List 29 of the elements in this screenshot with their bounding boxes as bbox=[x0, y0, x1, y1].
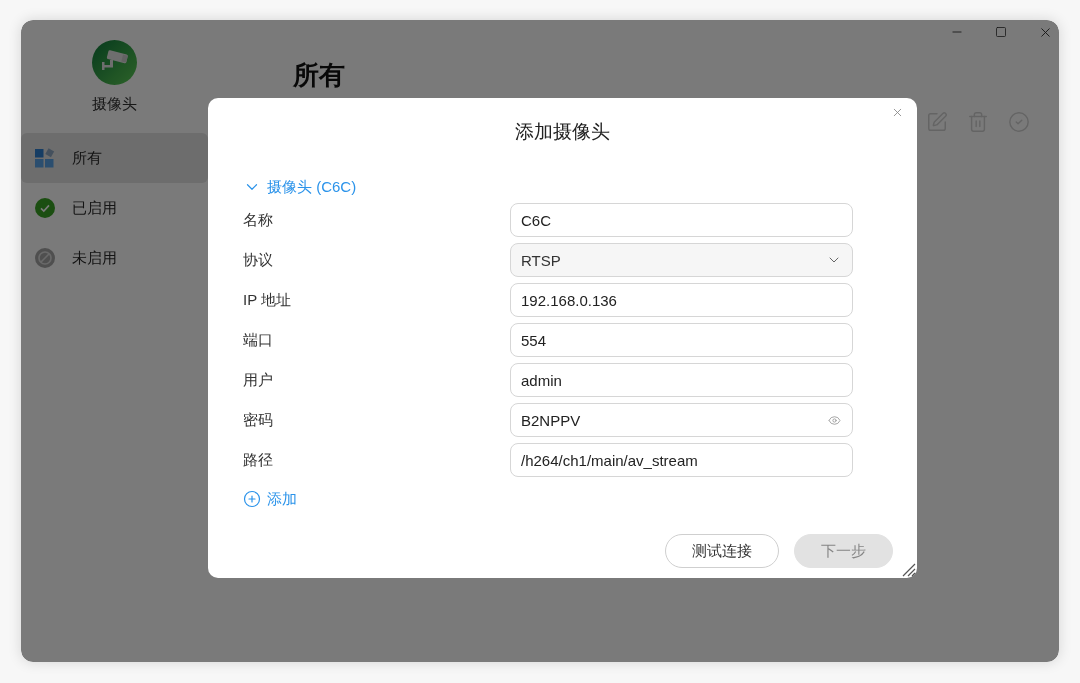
field-label: 路径 bbox=[243, 450, 273, 470]
protocol-dropdown[interactable]: RTSP bbox=[510, 243, 853, 277]
field-label: 端口 bbox=[243, 330, 273, 350]
dialog-button[interactable]: 测试连接 bbox=[665, 534, 779, 568]
field-label: IP 地址 bbox=[243, 290, 292, 310]
check-circle-icon bbox=[35, 198, 55, 218]
app-name: 摄像头 bbox=[92, 94, 137, 114]
text-field[interactable]: C6C bbox=[510, 203, 853, 237]
field-label: 名称 bbox=[243, 210, 273, 230]
eye-icon[interactable] bbox=[827, 413, 841, 427]
app-grid-icon bbox=[35, 148, 55, 168]
field-label: 密码 bbox=[243, 410, 273, 430]
text-field[interactable]: admin bbox=[510, 363, 853, 397]
resize-grip-icon[interactable] bbox=[900, 561, 916, 577]
sidebar-item[interactable]: 已启用 bbox=[21, 183, 208, 233]
page-title: 所有 bbox=[293, 59, 345, 92]
password-field[interactable]: B2NPPV bbox=[510, 403, 853, 437]
sidebar-item[interactable]: 未启用 bbox=[21, 233, 208, 283]
sidebar-item[interactable]: 所有 bbox=[21, 133, 208, 183]
text-field[interactable]: /h264/ch1/main/av_stream bbox=[510, 443, 853, 477]
camera-logo bbox=[92, 40, 137, 85]
field-label: 用户 bbox=[243, 370, 273, 390]
field-label: 协议 bbox=[243, 250, 273, 270]
dialog-title: 添加摄像头 bbox=[515, 120, 610, 144]
ban-circle-icon bbox=[35, 248, 55, 268]
text-field[interactable]: 554 bbox=[510, 323, 853, 357]
plus-circle-icon bbox=[243, 490, 261, 508]
maximize-icon[interactable] bbox=[995, 26, 1007, 38]
text-field[interactable]: 192.168.0.136 bbox=[510, 283, 853, 317]
